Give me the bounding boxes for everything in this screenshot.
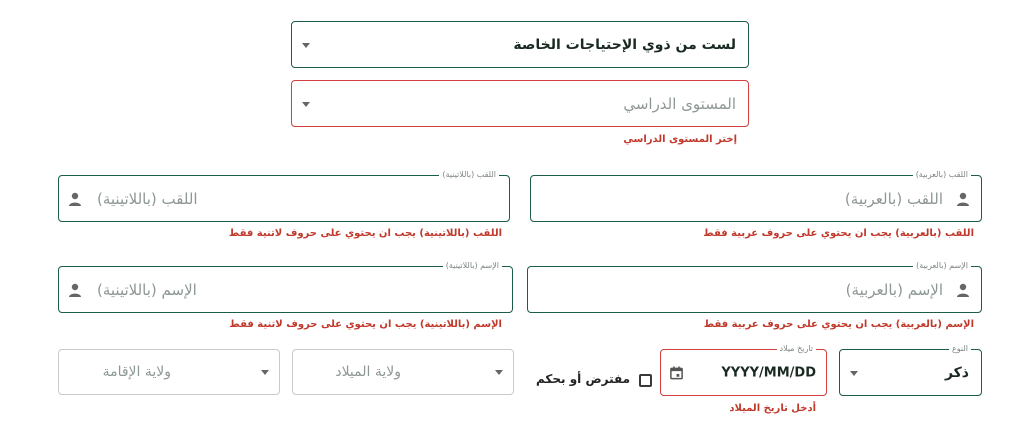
birth-date-field[interactable]: تاريخ ميلاد YYYY/MM/DD: [660, 343, 827, 396]
birth-date-legend: تاريخ ميلاد: [776, 343, 816, 355]
chevron-down-icon: [302, 101, 310, 107]
lastname-latin-field[interactable]: اللقب (باللاتينية) اللقب (باللاتينية): [58, 169, 510, 222]
gender-legend: النوع: [949, 343, 971, 355]
firstname-latin-legend: الإسم (باللاتينية): [442, 260, 502, 272]
firstname-arabic-legend: الإسم (بالعربية): [913, 260, 971, 272]
study-level-select[interactable]: المستوى الدراسي: [291, 80, 749, 127]
gender-value: ذكر: [944, 364, 969, 381]
presumed-checkbox-group[interactable]: مفترض أو بحكم: [536, 371, 656, 389]
study-level-error: إختر المستوى الدراسي: [623, 134, 737, 145]
lastname-latin-error: اللقب (باللاتينية) يجب ان يحتوي على حروف…: [228, 228, 502, 239]
person-icon: [69, 192, 81, 206]
firstname-latin-field[interactable]: الإسم (باللاتينية) الإسم (باللاتينية): [58, 260, 513, 313]
calendar-icon[interactable]: [669, 365, 684, 380]
lastname-latin-placeholder: اللقب (باللاتينية): [97, 189, 198, 208]
birth-state-select[interactable]: ولاية الميلاد: [292, 349, 514, 395]
firstname-arabic-field[interactable]: الإسم (بالعربية) الإسم (بالعربية): [527, 260, 982, 313]
lastname-arabic-error: اللقب (بالعربية) يجب ان يحتوي على حروف ع…: [703, 228, 974, 239]
lastname-latin-legend: اللقب (باللاتينية): [439, 169, 499, 181]
firstname-arabic-placeholder: الإسم (بالعربية): [845, 280, 943, 299]
person-icon: [957, 192, 969, 206]
birth-date-error: أدخل تاريخ الميلاد: [729, 403, 816, 414]
lastname-arabic-legend: اللقب (بالعربية): [912, 169, 971, 181]
birth-state-placeholder: ولاية الميلاد: [335, 364, 401, 380]
person-icon: [957, 283, 969, 297]
presumed-checkbox[interactable]: [639, 374, 652, 387]
chevron-down-icon: [302, 42, 310, 48]
residence-state-select[interactable]: ولاية الإقامة: [58, 349, 280, 395]
chevron-down-icon: [261, 370, 269, 375]
firstname-latin-placeholder: الإسم (باللاتينية): [97, 280, 197, 299]
birth-date-placeholder: YYYY/MM/DD: [721, 365, 816, 380]
lastname-arabic-placeholder: اللقب (بالعربية): [844, 189, 943, 208]
gender-select[interactable]: النوع ذكر: [839, 343, 982, 396]
residence-state-placeholder: ولاية الإقامة: [102, 364, 171, 380]
chevron-down-icon: [495, 370, 503, 375]
chevron-down-icon: [850, 370, 858, 376]
person-icon: [69, 283, 81, 297]
disability-select[interactable]: لست من ذوي الإحتياجات الخاصة: [291, 21, 749, 68]
firstname-arabic-error: الإسم (بالعربية) يجب ان يحتوي على حروف ع…: [703, 319, 974, 330]
lastname-arabic-field[interactable]: اللقب (بالعربية) اللقب (بالعربية): [530, 169, 982, 222]
disability-select-value: لست من ذوي الإحتياجات الخاصة: [513, 36, 736, 53]
presumed-checkbox-label[interactable]: مفترض أو بحكم: [536, 372, 630, 386]
firstname-latin-error: الإسم (باللاتينية) يجب ان يحتوي على حروف…: [229, 319, 502, 330]
study-level-placeholder: المستوى الدراسي: [623, 94, 736, 113]
